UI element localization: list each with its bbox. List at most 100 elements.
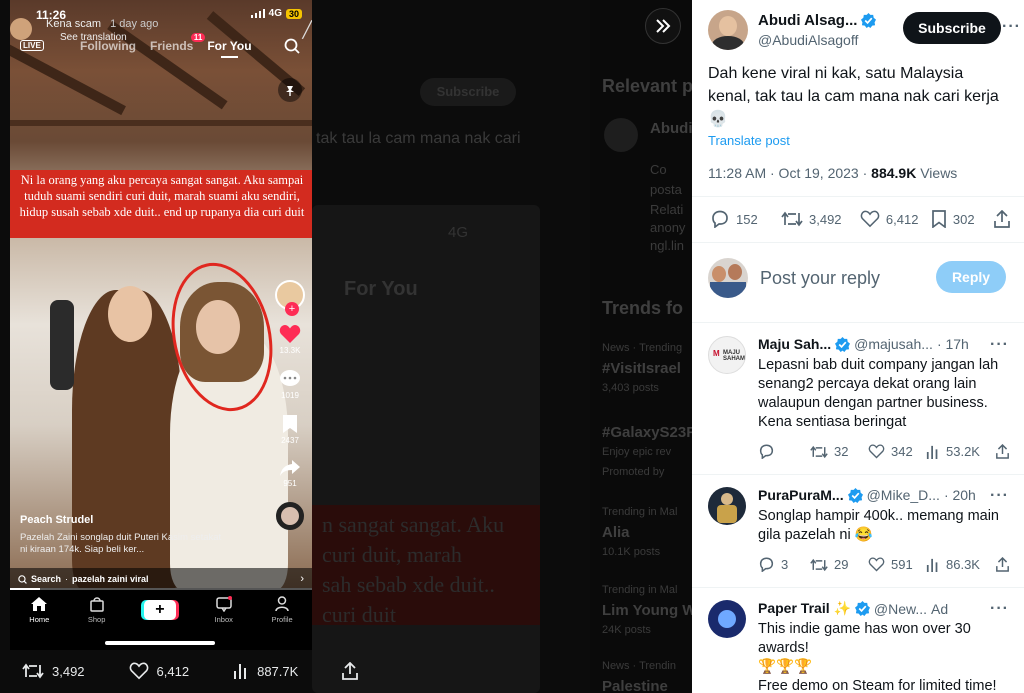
bg-views-stat[interactable]: 887.7K xyxy=(233,662,298,680)
save-action[interactable]: 2437 xyxy=(281,414,299,445)
bookmark-action[interactable]: 302 xyxy=(931,210,994,228)
reply-button[interactable]: Reply xyxy=(936,261,1006,293)
video-username[interactable]: Peach Strudel xyxy=(20,514,93,526)
tweet-timestamp[interactable]: 11:28 AM · Oct 19, 2023 · xyxy=(708,165,871,181)
shopping-bag-icon xyxy=(89,596,105,612)
status-indicators: 4G 30 xyxy=(250,8,302,19)
follow-plus-icon[interactable]: + xyxy=(285,302,299,316)
reply-icon xyxy=(758,444,775,459)
author-name-line[interactable]: Abudi Alsag... xyxy=(758,12,877,29)
retweet-action[interactable]: 29 xyxy=(810,557,868,572)
reply-author-name[interactable]: PuraPuraM... xyxy=(758,487,844,503)
reply-author-handle[interactable]: @New... xyxy=(874,601,927,617)
nav-shop[interactable]: Shop xyxy=(88,596,105,624)
like-action[interactable]: 591 xyxy=(868,557,926,572)
bg-caption-line: curi duit, marah xyxy=(322,542,462,567)
reply-item[interactable]: PuraPuraM... @Mike_D... · 20h ··· Songla… xyxy=(692,487,1024,583)
reply-author-handle[interactable]: @majusah... xyxy=(854,336,933,352)
reply-author-handle[interactable]: @Mike_D... xyxy=(867,487,940,503)
subscribe-button[interactable]: Subscribe xyxy=(903,12,1001,44)
reply-action[interactable] xyxy=(758,444,810,459)
share-icon xyxy=(996,444,1009,459)
reply-header: Paper Trail ✨ @New... Ad xyxy=(758,600,948,617)
search-icon[interactable] xyxy=(284,38,300,54)
views-action[interactable]: 86.3K xyxy=(926,557,996,572)
tab-friends[interactable]: Friends 11 xyxy=(150,33,206,53)
reply-time[interactable]: · 20h xyxy=(944,487,976,503)
avatar-figure xyxy=(712,266,726,282)
nav-inbox-label: Inbox xyxy=(214,615,233,624)
bg-tab-for-you: For You xyxy=(344,278,418,300)
collapse-panel-button[interactable] xyxy=(645,8,681,44)
share-action[interactable] xyxy=(996,557,1009,572)
retweet-count: 29 xyxy=(834,557,849,572)
network-label: 4G xyxy=(268,8,282,19)
bg-relevant-line: Co xyxy=(650,162,667,177)
divider xyxy=(692,587,1024,588)
reply-avatar[interactable]: M MAJU SAHAM xyxy=(708,336,746,374)
more-options-icon[interactable]: ··· xyxy=(1002,18,1021,36)
bookmark-icon xyxy=(931,210,947,228)
nav-profile[interactable]: Profile xyxy=(271,596,293,624)
reply-author-name[interactable]: Paper Trail ✨ xyxy=(758,600,851,617)
comment-action[interactable]: 1019 xyxy=(279,369,301,400)
tab-following[interactable]: Following xyxy=(80,39,136,53)
translate-link[interactable]: Translate post xyxy=(708,133,790,148)
more-options-icon[interactable]: ··· xyxy=(990,487,1009,505)
more-options-icon[interactable]: ··· xyxy=(990,600,1009,618)
nav-home[interactable]: Home xyxy=(29,596,49,624)
bg-relevant-line: anony xyxy=(650,220,686,235)
nav-inbox[interactable]: Inbox xyxy=(215,596,233,624)
bg-caption-line: sah sebab xde duit.. xyxy=(322,572,495,597)
live-badge[interactable]: LIVE xyxy=(20,40,44,51)
tweet-actions: 152 3,492 6,412 302 xyxy=(710,210,1010,228)
reply-author-name[interactable]: Maju Sah... xyxy=(758,336,831,352)
reply-time[interactable]: · 17h xyxy=(937,336,969,352)
search-label: Search xyxy=(31,574,62,584)
current-user-avatar[interactable] xyxy=(708,258,748,298)
share-action[interactable] xyxy=(996,444,1009,459)
reply-count: 3 xyxy=(781,557,789,572)
author-avatar[interactable] xyxy=(708,10,748,50)
share-action[interactable] xyxy=(994,210,1010,228)
maju-saham-logo: M xyxy=(713,349,720,358)
bg-like-stat[interactable]: 6,412 xyxy=(129,662,189,680)
retweet-icon xyxy=(781,211,803,227)
like-action[interactable]: 6,412 xyxy=(860,210,931,228)
nav-create[interactable]: + xyxy=(143,596,176,620)
tweet-text: Dah kene viral ni kak, satu Malaysia ken… xyxy=(708,65,999,128)
like-action[interactable]: 342 xyxy=(868,444,926,459)
retweet-action[interactable]: 3,492 xyxy=(781,211,860,227)
reply-input[interactable]: Post your reply xyxy=(760,268,880,289)
reply-action[interactable]: 152 xyxy=(710,210,781,228)
author-name: Abudi Alsag... xyxy=(758,12,858,29)
bg-relevant-name: Abudi xyxy=(650,120,692,137)
pin-icon[interactable] xyxy=(278,78,302,102)
like-action[interactable]: 13.3K xyxy=(279,324,301,355)
related-search-bar[interactable]: Search · pazelah zaini viral › xyxy=(10,568,312,590)
reply-composer: Post your reply Reply xyxy=(708,258,1008,302)
bg-share-stat[interactable] xyxy=(342,662,359,680)
promoted-item[interactable]: Paper Trail ✨ @New... Ad ··· This indie … xyxy=(692,600,1024,693)
more-options-icon[interactable]: ··· xyxy=(990,336,1009,354)
posted-ago: 1 day ago xyxy=(110,18,159,30)
music-disc-icon[interactable] xyxy=(276,502,304,530)
close-icon[interactable]: ╱ xyxy=(302,20,312,40)
person-left-face xyxy=(108,286,152,342)
share-action[interactable]: 951 xyxy=(279,459,301,488)
reply-item[interactable]: M MAJU SAHAM Maju Sah... @majusah... · 17… xyxy=(692,336,1024,466)
bg-retweet-stat[interactable]: 3,492 xyxy=(22,662,85,680)
creator-avatar[interactable]: + xyxy=(275,280,305,316)
divider xyxy=(692,474,1024,475)
share-icon xyxy=(996,557,1009,572)
author-handle[interactable]: @AbudiAlsagoff xyxy=(758,32,858,48)
reply-action[interactable]: 3 xyxy=(758,557,810,572)
tab-for-you[interactable]: For You xyxy=(207,39,252,58)
reply-avatar[interactable] xyxy=(708,600,746,638)
views-action[interactable]: 53.2K xyxy=(926,444,996,459)
retweet-action[interactable]: 32 xyxy=(810,444,868,459)
search-icon xyxy=(18,574,27,584)
poster-avatar[interactable] xyxy=(10,18,32,40)
reply-avatar[interactable] xyxy=(708,487,746,525)
bg-trend-name: #GalaxyS23F xyxy=(602,424,692,441)
